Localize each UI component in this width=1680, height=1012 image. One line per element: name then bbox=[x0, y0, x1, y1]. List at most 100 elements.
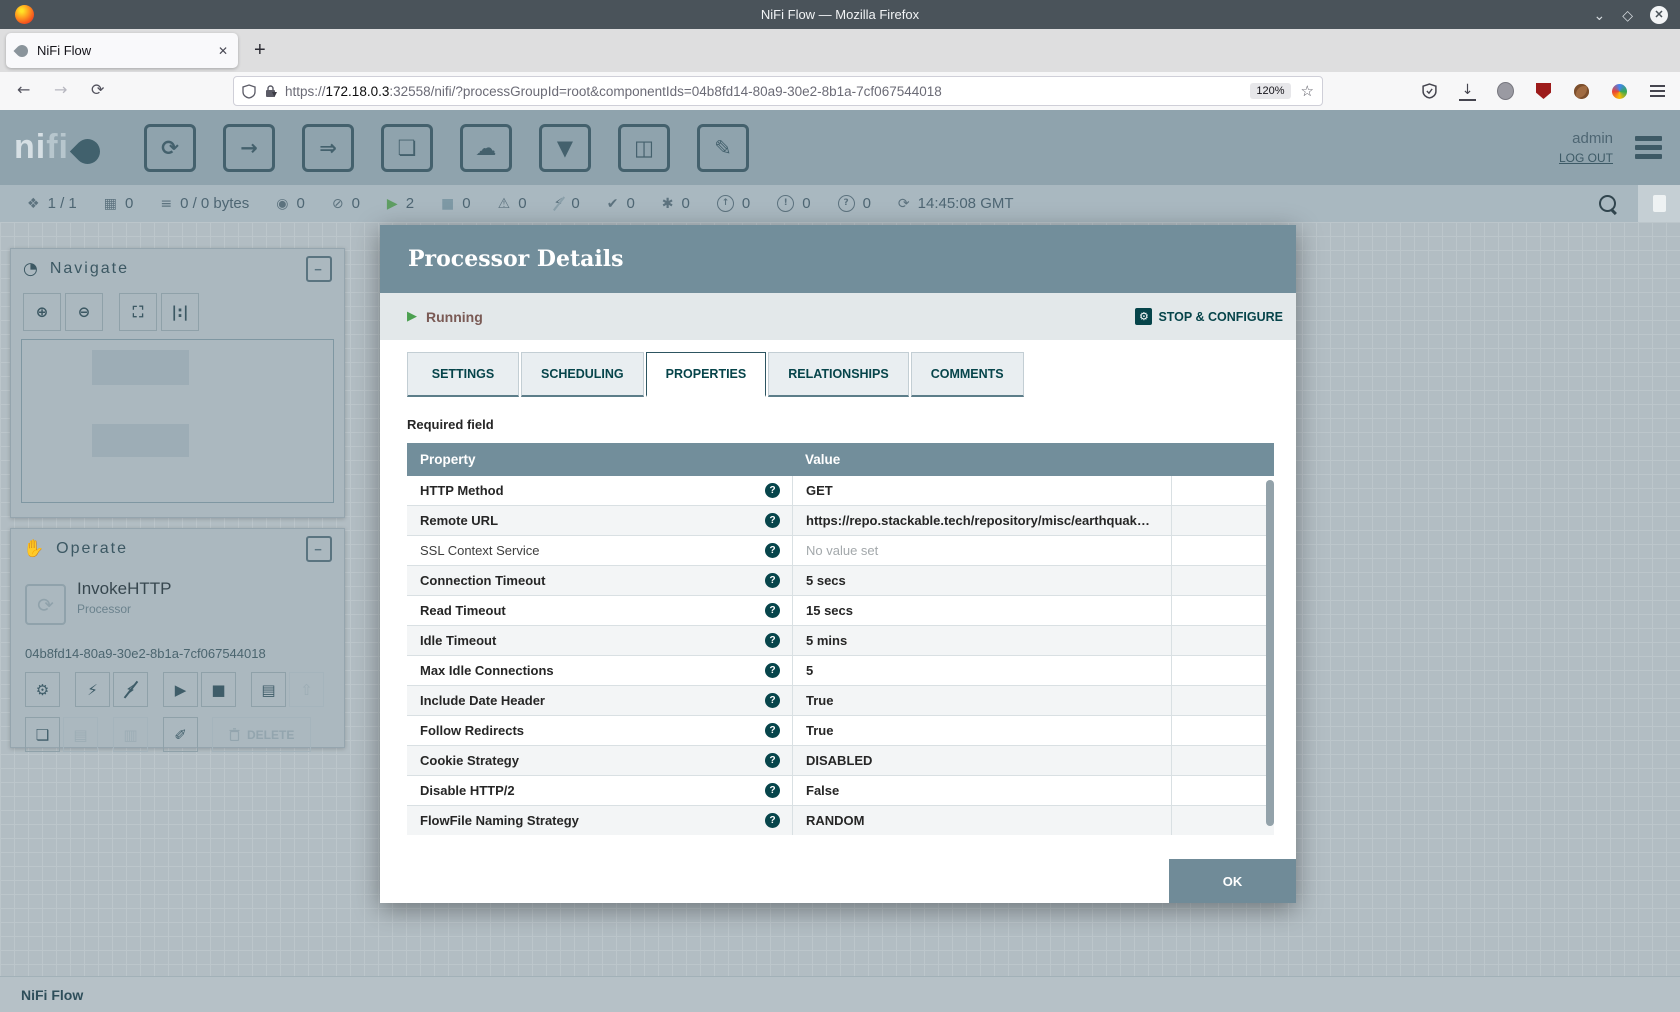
property-value[interactable]: True bbox=[792, 716, 1171, 745]
status-last-refresh[interactable]: ⟳ 14:45:08 GMT bbox=[898, 195, 1014, 212]
property-row[interactable]: Connection Timeout ? 5 secs bbox=[407, 566, 1274, 596]
global-menu-icon[interactable] bbox=[1635, 136, 1662, 159]
tab-properties[interactable]: PROPERTIES bbox=[646, 352, 767, 397]
downloads-icon[interactable]: ↓ bbox=[1459, 82, 1476, 101]
help-icon[interactable]: ? bbox=[765, 633, 780, 648]
breadcrumb[interactable]: NiFi Flow bbox=[21, 987, 83, 1003]
property-name: Cookie Strategy bbox=[420, 753, 519, 768]
tab-settings[interactable]: SETTINGS bbox=[407, 352, 519, 397]
property-row[interactable]: HTTP Method ? GET bbox=[407, 476, 1274, 506]
property-row[interactable]: Follow Redirects ? True bbox=[407, 716, 1274, 746]
property-row[interactable]: Remote URL ? https://repo.stackable.tech… bbox=[407, 506, 1274, 536]
protections-shield-icon[interactable] bbox=[1421, 83, 1438, 100]
zoom-in-button[interactable]: ⊕ bbox=[23, 293, 61, 331]
change-color-button[interactable]: ▥ bbox=[113, 717, 148, 752]
paste-button[interactable]: ▤ bbox=[63, 717, 98, 752]
process-group-icon[interactable]: ❏ bbox=[381, 124, 433, 172]
tab-relationships[interactable]: RELATIONSHIPS bbox=[768, 352, 908, 397]
help-icon[interactable]: ? bbox=[765, 783, 780, 798]
property-row[interactable]: SSL Context Service ? No value set bbox=[407, 536, 1274, 566]
remote-process-group-icon[interactable]: ☁ bbox=[460, 124, 512, 172]
help-icon[interactable]: ? bbox=[765, 753, 780, 768]
bookmark-star-icon[interactable]: ☆ bbox=[1301, 82, 1314, 100]
zoom-level-badge[interactable]: 120% bbox=[1250, 83, 1290, 99]
property-row[interactable]: Max Idle Connections ? 5 bbox=[407, 656, 1274, 686]
search-icon[interactable] bbox=[1599, 195, 1616, 212]
disable-button[interactable]: ⚡ bbox=[113, 672, 148, 707]
stop-and-configure-button[interactable]: ⚙ STOP & CONFIGURE bbox=[1135, 308, 1283, 325]
help-icon[interactable]: ? bbox=[765, 543, 780, 558]
funnel-icon[interactable]: ▼ bbox=[539, 124, 591, 172]
help-icon[interactable]: ? bbox=[765, 513, 780, 528]
zoom-fit-button[interactable]: ⛶ bbox=[119, 293, 157, 331]
tracking-shield-icon[interactable] bbox=[242, 84, 256, 99]
browser-tab[interactable]: NiFi Flow ✕ bbox=[6, 33, 238, 68]
enable-button[interactable]: ⚡ bbox=[75, 672, 110, 707]
property-row[interactable]: Idle Timeout ? 5 mins bbox=[407, 626, 1274, 656]
property-value[interactable]: GET bbox=[792, 476, 1171, 505]
label-icon[interactable]: ✎ bbox=[697, 124, 749, 172]
property-row[interactable]: FlowFile Naming Strategy ? RANDOM bbox=[407, 806, 1274, 835]
menu-icon[interactable] bbox=[1649, 83, 1666, 100]
logout-link[interactable]: LOG OUT bbox=[1559, 151, 1613, 165]
bulletin-panel-toggle[interactable] bbox=[1638, 185, 1680, 222]
property-row[interactable]: Include Date Header ? True bbox=[407, 686, 1274, 716]
help-icon[interactable]: ? bbox=[765, 573, 780, 588]
template-icon[interactable]: ◫ bbox=[618, 124, 670, 172]
zoom-actual-button[interactable]: |:| bbox=[161, 293, 199, 331]
window-minimize-icon[interactable]: ⌄ bbox=[1593, 8, 1605, 22]
input-port-icon[interactable]: → bbox=[223, 124, 275, 172]
delete-button[interactable]: DELETE bbox=[212, 717, 311, 752]
navigate-collapse-button[interactable]: − bbox=[306, 256, 332, 282]
reload-button[interactable]: ⟳ bbox=[91, 80, 104, 99]
property-value[interactable]: True bbox=[792, 686, 1171, 715]
help-icon[interactable]: ? bbox=[765, 603, 780, 618]
extension-mask-icon[interactable] bbox=[1497, 83, 1514, 100]
property-value[interactable]: 5 secs bbox=[792, 566, 1171, 595]
ok-button[interactable]: OK bbox=[1169, 859, 1296, 903]
operate-collapse-button[interactable]: − bbox=[306, 536, 332, 562]
refresh-icon[interactable]: ⟳ bbox=[898, 197, 910, 211]
tab-scheduling[interactable]: SCHEDULING bbox=[521, 352, 644, 397]
start-button[interactable]: ▶ bbox=[163, 672, 198, 707]
extension-ublock-icon[interactable] bbox=[1535, 83, 1552, 100]
configuration-button[interactable]: ⚙ bbox=[25, 672, 60, 707]
help-icon[interactable]: ? bbox=[765, 723, 780, 738]
processor-icon[interactable]: ⟳ bbox=[144, 124, 196, 172]
tab-comments[interactable]: COMMENTS bbox=[911, 352, 1024, 397]
help-icon[interactable]: ? bbox=[765, 483, 780, 498]
property-value[interactable]: https://repo.stackable.tech/repository/m… bbox=[792, 506, 1171, 535]
forward-button[interactable]: → bbox=[54, 80, 67, 99]
property-value[interactable]: 5 bbox=[792, 656, 1171, 685]
extension-colorful-icon[interactable] bbox=[1611, 83, 1628, 100]
help-icon[interactable]: ? bbox=[765, 813, 780, 828]
window-maximize-icon[interactable]: ◇ bbox=[1622, 8, 1633, 22]
property-row[interactable]: Read Timeout ? 15 secs bbox=[407, 596, 1274, 626]
tab-close-icon[interactable]: ✕ bbox=[218, 44, 228, 58]
window-close-icon[interactable]: ✕ bbox=[1650, 6, 1668, 24]
output-port-icon[interactable]: ⇒ bbox=[302, 124, 354, 172]
save-template-button[interactable]: ▤ bbox=[251, 672, 286, 707]
lock-warning-icon[interactable] bbox=[264, 84, 277, 99]
new-tab-button[interactable]: + bbox=[254, 39, 266, 62]
extension-cookie-icon[interactable] bbox=[1573, 83, 1590, 100]
brush-button[interactable]: ✐ bbox=[163, 717, 198, 752]
table-scrollbar[interactable] bbox=[1266, 480, 1274, 826]
zoom-out-button[interactable]: ⊖ bbox=[65, 293, 103, 331]
copy-button[interactable]: ❏ bbox=[25, 717, 60, 752]
property-row[interactable]: Disable HTTP/2 ? False bbox=[407, 776, 1274, 806]
property-value[interactable]: False bbox=[792, 776, 1171, 805]
property-value[interactable]: DISABLED bbox=[792, 746, 1171, 775]
property-row[interactable]: Cookie Strategy ? DISABLED bbox=[407, 746, 1274, 776]
property-value[interactable]: 5 mins bbox=[792, 626, 1171, 655]
help-icon[interactable]: ? bbox=[765, 693, 780, 708]
property-value[interactable]: No value set bbox=[792, 536, 1171, 565]
property-value[interactable]: RANDOM bbox=[792, 806, 1171, 835]
help-icon[interactable]: ? bbox=[765, 663, 780, 678]
url-bar[interactable]: https://172.18.0.3:32558/nifi/?processGr… bbox=[233, 76, 1323, 106]
back-button[interactable]: ← bbox=[17, 80, 30, 99]
stop-button[interactable]: ■ bbox=[201, 672, 236, 707]
birdseye-minimap[interactable] bbox=[21, 339, 334, 503]
property-value[interactable]: 15 secs bbox=[792, 596, 1171, 625]
upload-template-button[interactable]: ⇧ bbox=[289, 672, 324, 707]
